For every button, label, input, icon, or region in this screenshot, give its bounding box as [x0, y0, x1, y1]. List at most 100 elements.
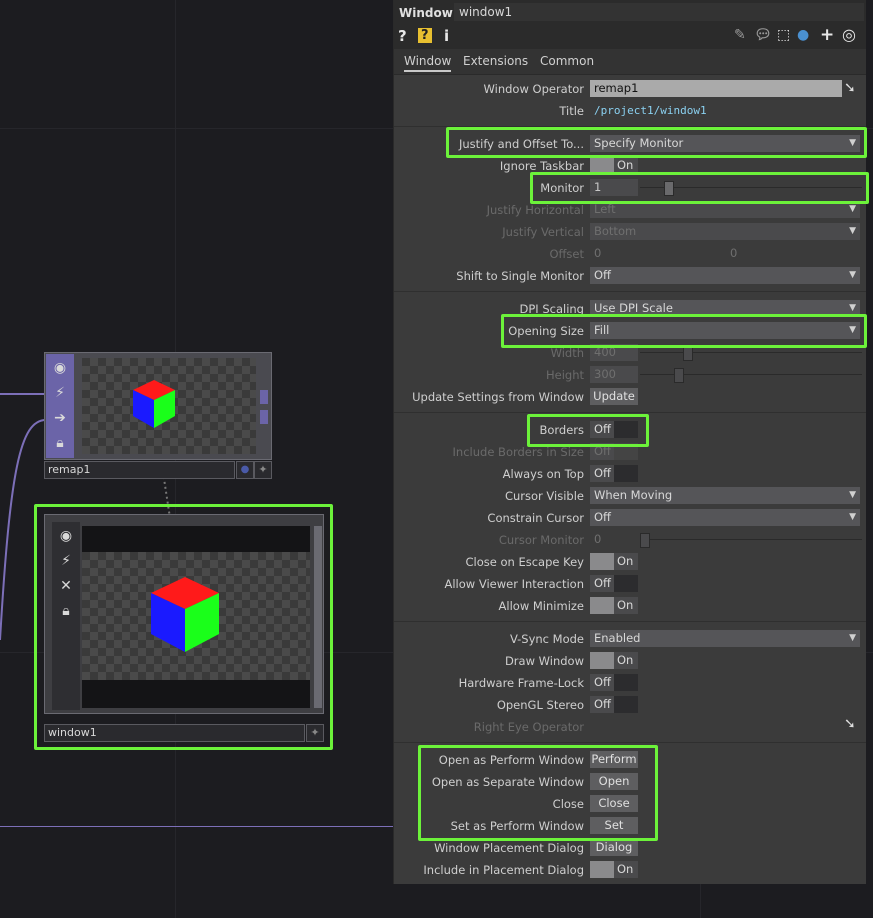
menu-value: Left [594, 202, 616, 216]
node-name-remap1[interactable]: remap1 [44, 461, 235, 479]
help-icon[interactable]: ? [398, 27, 407, 45]
info-icon[interactable]: i [444, 27, 449, 45]
tab-window[interactable]: Window [404, 54, 452, 72]
toggle-value: On [617, 598, 634, 612]
opengl-stereo-toggle[interactable]: Off [590, 696, 638, 713]
hw-framelock-toggle[interactable]: Off [590, 674, 638, 691]
output-connector[interactable] [260, 390, 268, 404]
toggle-value: On [617, 862, 634, 876]
cursor-monitor-slider-handle[interactable] [640, 533, 650, 548]
param-offset: Offset 0 0 [394, 243, 866, 265]
offset-x-field[interactable]: 0 [590, 245, 614, 262]
operator-type: Window [399, 6, 453, 20]
help-operator-icon[interactable]: ? [418, 28, 432, 43]
toggle-value: On [617, 653, 634, 667]
output-connector[interactable] [260, 410, 268, 424]
height-field[interactable]: 300 [590, 366, 638, 383]
arrow-drop-icon[interactable]: ➘ [844, 80, 856, 96]
always-on-top-toggle[interactable]: Off [590, 465, 638, 482]
param-hw-framelock: Hardware Frame-Lock Off [394, 672, 866, 694]
toggle-value: Off [594, 466, 611, 480]
shift-single-monitor-menu[interactable]: Off ▼ [590, 267, 860, 284]
viewer-toggle-icon[interactable]: ◉ [49, 357, 71, 379]
highlight-borders [527, 414, 649, 447]
param-label: Justify Horizontal [486, 203, 584, 217]
param-label: Allow Viewer Interaction [444, 577, 585, 591]
param-label: Justify Vertical [502, 225, 584, 239]
cursor-monitor-field[interactable]: 0 [590, 531, 638, 548]
draw-window-toggle[interactable]: On [590, 652, 638, 669]
height-slider-handle[interactable] [674, 368, 684, 383]
cook-icon[interactable]: ⚡ [49, 382, 71, 404]
highlight-window-node [34, 504, 333, 750]
param-shift-single-monitor: Shift to Single Monitor Off ▼ [394, 265, 866, 287]
connection-wire[interactable] [0, 393, 46, 395]
arrow-drop-icon[interactable]: ➘ [844, 716, 856, 732]
include-placement-toggle[interactable]: On [590, 861, 638, 878]
divider [394, 621, 866, 622]
highlight-opening-size [501, 314, 867, 348]
dropdown-arrow-icon: ▼ [849, 633, 856, 643]
tab-common[interactable]: Common [540, 54, 594, 68]
param-label: Width [550, 346, 584, 360]
cursor-monitor-slider[interactable] [640, 539, 862, 540]
edit-icon[interactable]: ✎ [734, 27, 746, 43]
constrain-cursor-menu[interactable]: Off ▼ [590, 509, 860, 526]
divider [394, 412, 866, 413]
param-label: Ignore Taskbar [499, 159, 584, 173]
menu-value: When Moving [594, 488, 673, 502]
comment-icon[interactable]: 💬︎ [754, 27, 772, 43]
target-icon[interactable]: ◎ [842, 25, 856, 44]
operator-name-field[interactable]: window1 [454, 3, 864, 21]
title-field[interactable]: /project1/window1 [590, 102, 860, 119]
param-always-on-top: Always on Top Off [394, 463, 866, 485]
justify-vertical-menu[interactable]: Bottom ▼ [590, 223, 860, 240]
update-button[interactable]: Update [590, 388, 638, 405]
param-height: Height 300 [394, 364, 866, 386]
clone-icon[interactable]: ⬚ [777, 27, 790, 43]
highlight-window-buttons [418, 745, 658, 841]
offset-y-field[interactable]: 0 [726, 245, 750, 262]
cursor-visible-menu[interactable]: When Moving ▼ [590, 487, 860, 504]
param-justify-vertical: Justify Vertical Bottom ▼ [394, 221, 866, 243]
width-slider-handle[interactable] [683, 346, 693, 361]
param-cursor-monitor: Cursor Monitor 0 [394, 529, 866, 551]
menu-value: Off [594, 268, 611, 282]
add-icon[interactable]: ✦ [254, 461, 272, 479]
node-flag-icon[interactable]: ● [236, 461, 254, 479]
panel-tabs: Window Extensions Common [394, 49, 866, 75]
divider [394, 291, 866, 292]
param-label: OpenGL Stereo [496, 698, 584, 712]
cube-preview [133, 380, 175, 428]
param-cursor-visible: Cursor Visible When Moving ▼ [394, 485, 866, 507]
connection-wire[interactable] [0, 826, 393, 827]
node-remap1[interactable]: ◉ ⚡ ➔ 🔒︎ remap1 ● ✦ [44, 352, 272, 480]
width-slider[interactable] [640, 352, 862, 353]
param-label: Include Borders in Size [452, 445, 584, 459]
menu-value: Use DPI Scale [594, 301, 673, 315]
add-icon[interactable]: + [820, 25, 834, 45]
param-label: Offset [549, 247, 584, 261]
param-label: Window Placement Dialog [434, 841, 584, 855]
lock-icon[interactable]: 🔒︎ [49, 432, 71, 454]
param-draw-window: Draw Window On [394, 650, 866, 672]
param-label: Allow Minimize [498, 599, 584, 613]
dialog-button[interactable]: Dialog [590, 839, 638, 856]
divider [394, 742, 866, 743]
node-viewer[interactable] [82, 358, 256, 454]
toggle-value: Off [594, 675, 611, 689]
toggle-value: On [617, 554, 634, 568]
vsync-menu[interactable]: Enabled ▼ [590, 630, 860, 647]
tab-extensions[interactable]: Extensions [463, 54, 528, 68]
allow-minimize-toggle[interactable]: On [590, 597, 638, 614]
arrow-right-icon[interactable]: ➔ [49, 407, 71, 429]
close-escape-toggle[interactable]: On [590, 553, 638, 570]
param-opengl-stereo: OpenGL Stereo Off [394, 694, 866, 716]
param-label: Height [545, 368, 584, 382]
allow-viewer-toggle[interactable]: Off [590, 575, 638, 592]
menu-value: Off [594, 510, 611, 524]
dropdown-arrow-icon: ▼ [849, 270, 856, 280]
python-icon[interactable]: ● [797, 27, 809, 43]
param-allow-viewer: Allow Viewer Interaction Off [394, 573, 866, 595]
window-operator-field[interactable]: remap1 [590, 80, 842, 97]
